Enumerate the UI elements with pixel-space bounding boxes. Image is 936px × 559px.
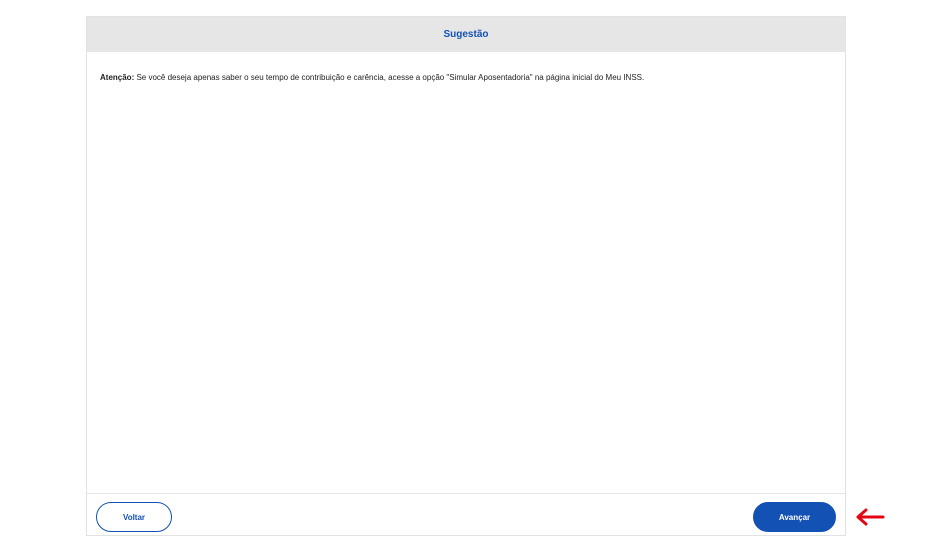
page: Sugestão Atenção: Se você deseja apenas …	[0, 0, 936, 559]
arrow-left-icon	[856, 508, 885, 526]
attention-text: Se você deseja apenas saber o seu tempo …	[134, 73, 645, 82]
attention-label: Atenção:	[100, 73, 135, 82]
panel-footer: Voltar Avançar	[87, 493, 845, 535]
panel-title: Sugestão	[443, 29, 489, 40]
panel-body: Atenção: Se você deseja apenas saber o s…	[87, 52, 845, 493]
back-button[interactable]: Voltar	[96, 502, 172, 532]
suggestion-panel: Sugestão Atenção: Se você deseja apenas …	[86, 16, 846, 536]
attention-notice: Atenção: Se você deseja apenas saber o s…	[100, 72, 832, 84]
panel-header: Sugestão	[87, 17, 845, 52]
next-button[interactable]: Avançar	[753, 502, 836, 532]
